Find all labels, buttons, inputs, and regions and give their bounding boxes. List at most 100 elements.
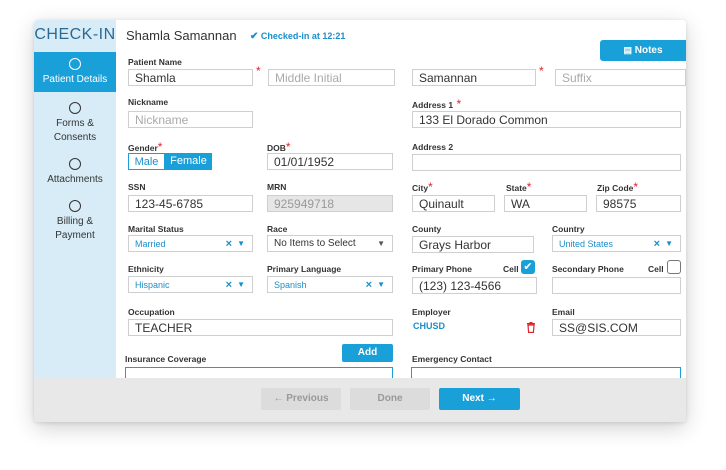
- country-value: United States: [559, 239, 614, 249]
- race-select[interactable]: No Items to Select ▼: [267, 235, 393, 252]
- previous-button-label: Previous: [286, 393, 329, 404]
- zip-label: Zip Code*: [597, 180, 638, 194]
- zip-label-text: Zip Code: [597, 183, 634, 193]
- ethnicity-label: Ethnicity: [128, 264, 164, 274]
- step-circle-icon: [69, 102, 81, 114]
- nickname-field[interactable]: Nickname: [128, 111, 253, 128]
- patient-details-form: Shamla Samannan ✔ Checked-in at 12:21 ▤ …: [116, 20, 686, 381]
- notes-button-label: Notes: [634, 45, 663, 56]
- primary-language-select[interactable]: Spanish × ▼: [267, 276, 393, 293]
- primary-phone-label: Primary Phone: [412, 264, 472, 274]
- next-button[interactable]: Next →: [439, 388, 520, 410]
- dob-label: DOB*: [267, 140, 291, 154]
- marital-status-value: Married: [135, 239, 166, 249]
- sidebar-item-forms-consents[interactable]: Forms & Consents: [34, 102, 116, 145]
- chevron-down-icon[interactable]: ▼: [377, 236, 385, 252]
- patient-name-title: Shamla Samannan: [126, 28, 237, 43]
- secondary-phone-field[interactable]: [552, 277, 681, 294]
- occupation-label: Occupation: [128, 307, 175, 317]
- patient-name-label: Patient Name: [128, 57, 182, 67]
- clear-icon[interactable]: ×: [654, 236, 660, 252]
- gender-label-text: Gender: [128, 143, 158, 153]
- occupation-field[interactable]: TEACHER: [128, 319, 393, 336]
- address1-field[interactable]: 133 El Dorado Common: [412, 111, 681, 128]
- arrow-right-icon: →: [486, 393, 497, 404]
- gender-female-button[interactable]: Female: [165, 153, 212, 170]
- required-icon: *: [633, 180, 639, 194]
- previous-button[interactable]: ← Previous: [261, 388, 341, 410]
- zip-field[interactable]: 98575: [596, 195, 681, 212]
- step-circle-icon: [69, 200, 81, 212]
- step-circle-icon: [69, 58, 81, 70]
- required-icon: *: [256, 64, 261, 78]
- country-select[interactable]: United States × ▼: [552, 235, 681, 252]
- email-label: Email: [552, 307, 575, 317]
- sidebar-item-label: Billing &: [56, 216, 94, 227]
- checkin-status-text: Checked-in at 12:21: [260, 31, 346, 41]
- step-circle-icon: [69, 158, 81, 170]
- sidebar-item-billing-payment[interactable]: Billing & Payment: [34, 200, 116, 243]
- address2-label: Address 2: [412, 142, 454, 152]
- city-label: City*: [412, 180, 433, 194]
- trash-icon[interactable]: [526, 320, 536, 334]
- country-label: Country: [552, 224, 585, 234]
- ssn-field[interactable]: 123-45-6785: [128, 195, 253, 212]
- add-insurance-button[interactable]: Add: [342, 344, 393, 362]
- chevron-down-icon[interactable]: ▼: [665, 236, 673, 252]
- checkin-status: ✔ Checked-in at 12:21: [250, 31, 345, 42]
- secondary-cell-checkbox[interactable]: [667, 260, 681, 274]
- checkmark-icon: ✔: [250, 31, 259, 42]
- suffix-field[interactable]: Suffix: [555, 69, 686, 86]
- marital-status-label: Marital Status: [128, 224, 184, 234]
- sidebar-item-patient-details[interactable]: Patient Details: [34, 52, 116, 92]
- clear-icon[interactable]: ×: [226, 277, 232, 293]
- cell-label: Cell: [503, 264, 519, 274]
- race-value: No Items to Select: [274, 238, 356, 249]
- employer-label: Employer: [412, 307, 451, 317]
- last-name-field[interactable]: Samannan: [412, 69, 536, 86]
- county-field[interactable]: Grays Harbor: [412, 236, 534, 253]
- gender-male-button[interactable]: Male: [128, 153, 165, 170]
- notes-button[interactable]: ▤ Notes: [600, 40, 686, 61]
- sidebar-item-label: Patient Details: [42, 74, 108, 85]
- footer-bar: ← Previous Done Next →: [34, 378, 686, 422]
- chevron-down-icon[interactable]: ▼: [237, 277, 245, 293]
- required-icon: *: [428, 180, 433, 194]
- address2-field[interactable]: [412, 154, 681, 171]
- arrow-left-icon: ←: [273, 393, 284, 404]
- marital-status-select[interactable]: Married × ▼: [128, 235, 253, 252]
- sidebar: CHECK-IN Patient Details Forms & Consent…: [34, 20, 116, 422]
- sidebar-item-attachments[interactable]: Attachments: [34, 158, 116, 187]
- chevron-down-icon[interactable]: ▼: [237, 236, 245, 252]
- note-icon: ▤: [623, 45, 632, 55]
- sidebar-item-label: Payment: [55, 230, 95, 241]
- ethnicity-select[interactable]: Hispanic × ▼: [128, 276, 253, 293]
- address1-label-text: Address 1: [412, 100, 454, 110]
- gender-label: Gender*: [128, 140, 162, 154]
- first-name-field[interactable]: Shamla: [128, 69, 253, 86]
- sidebar-item-label: Attachments: [47, 174, 103, 185]
- dob-label-text: DOB: [267, 143, 286, 153]
- chevron-down-icon[interactable]: ▼: [377, 277, 385, 293]
- done-button[interactable]: Done: [350, 388, 430, 410]
- checkin-window: CHECK-IN Patient Details Forms & Consent…: [34, 20, 686, 422]
- secondary-phone-label: Secondary Phone: [552, 264, 624, 274]
- primary-language-label: Primary Language: [267, 264, 342, 274]
- county-label: County: [412, 224, 442, 234]
- primary-phone-field[interactable]: (123) 123-4566: [412, 277, 537, 294]
- primary-cell-checkbox[interactable]: ✔: [521, 260, 535, 274]
- mrn-field: 925949718: [267, 195, 393, 212]
- required-icon: *: [285, 140, 291, 154]
- state-field[interactable]: WA: [504, 195, 587, 212]
- employer-link[interactable]: CHUSD: [413, 321, 445, 331]
- clear-icon[interactable]: ×: [366, 277, 372, 293]
- city-label-text: City: [412, 183, 429, 193]
- city-field[interactable]: Quinault: [412, 195, 495, 212]
- cell-label: Cell: [648, 264, 664, 274]
- required-icon: *: [526, 180, 532, 194]
- dob-field[interactable]: 01/01/1952: [267, 153, 393, 170]
- insurance-coverage-label: Insurance Coverage: [125, 354, 207, 364]
- email-field[interactable]: SS@SIS.COM: [552, 319, 681, 336]
- middle-initial-field[interactable]: Middle Initial: [268, 69, 395, 86]
- clear-icon[interactable]: ×: [226, 236, 232, 252]
